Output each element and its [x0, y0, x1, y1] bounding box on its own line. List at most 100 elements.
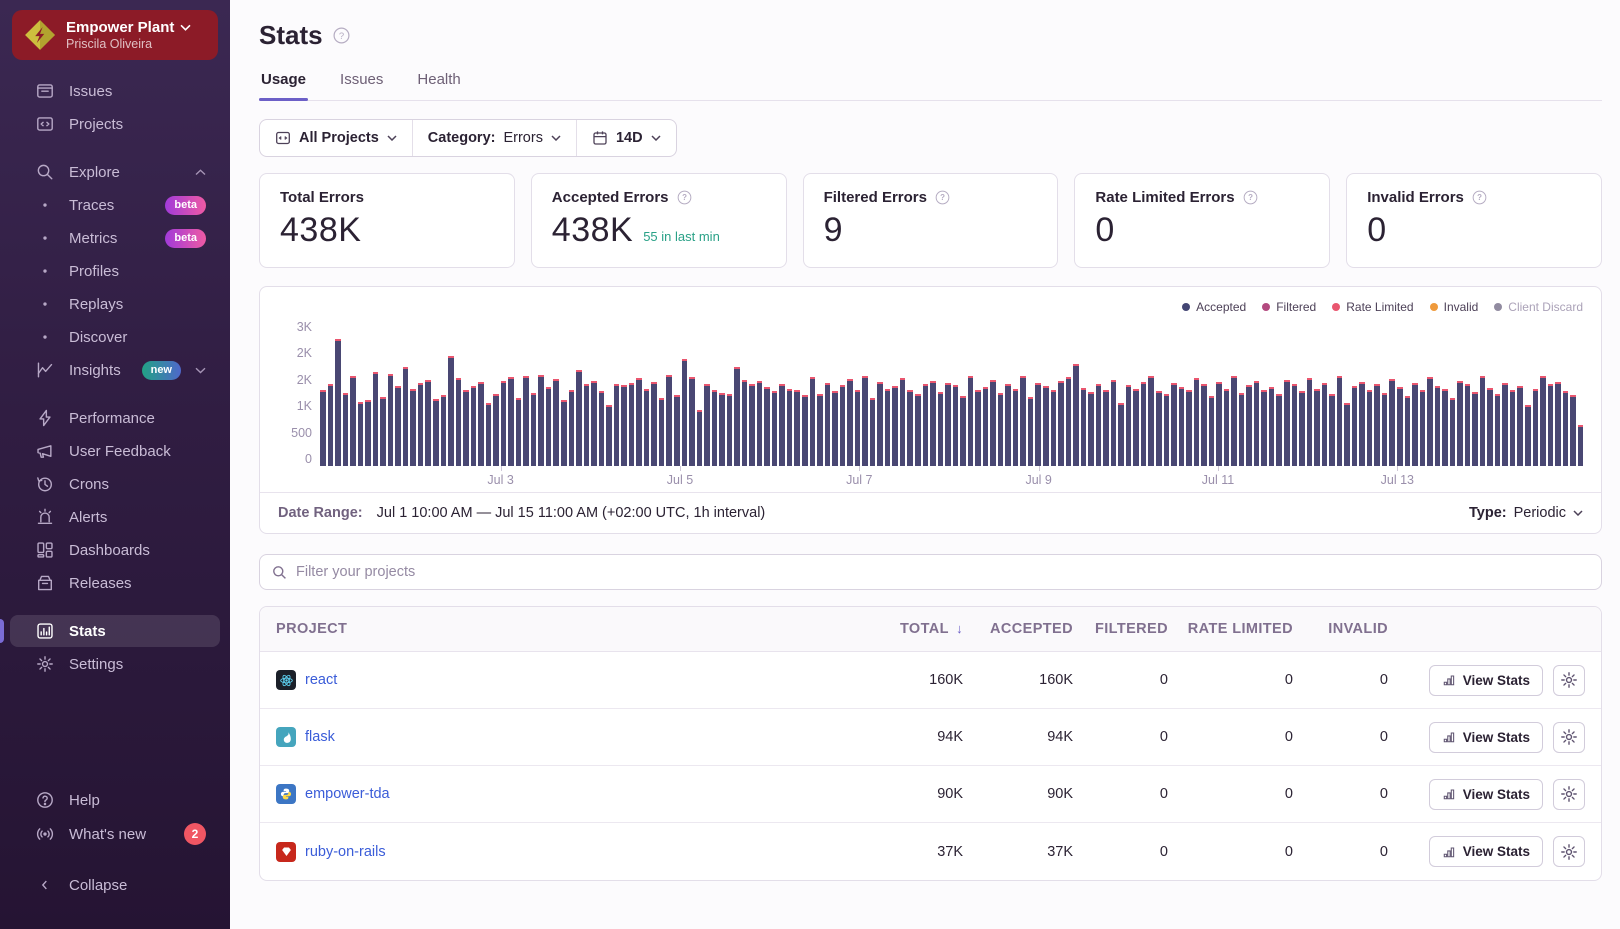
sort-desc-icon: ↓ — [956, 621, 963, 636]
insights-icon — [35, 360, 55, 380]
legend-rate-limited[interactable]: Rate Limited — [1332, 300, 1413, 314]
sidebar-footer: HelpWhat's new2 Collapse — [0, 783, 230, 929]
sidebar-item-crons[interactable]: Crons — [10, 468, 220, 500]
sidebar-item-explore[interactable]: Explore — [10, 156, 220, 188]
legend-filtered[interactable]: Filtered — [1262, 300, 1316, 314]
chart-bar — [486, 403, 492, 466]
tab-issues[interactable]: Issues — [338, 71, 385, 100]
sidebar-item-help[interactable]: Help — [10, 784, 220, 816]
column-header-rate-limited[interactable]: RATE LIMITED — [1176, 621, 1301, 637]
chart-bar — [388, 374, 394, 466]
tab-health[interactable]: Health — [415, 71, 462, 100]
sidebar-item-label: User Feedback — [69, 443, 206, 460]
chart-bar — [704, 384, 710, 466]
project-link[interactable]: empower-tda — [305, 786, 390, 802]
project-settings-button[interactable] — [1553, 836, 1585, 867]
chart-bar — [855, 390, 861, 466]
svg-text:?: ? — [1477, 193, 1482, 202]
project-search-input[interactable] — [296, 564, 1589, 580]
x-tick-mark — [1039, 466, 1040, 471]
org-switcher[interactable]: Empower Plant Priscila Oliveira — [12, 10, 218, 60]
project-settings-button[interactable] — [1553, 722, 1585, 753]
calendar-icon — [592, 130, 608, 146]
sidebar-item-issues[interactable]: Issues — [10, 75, 220, 107]
chart-bar — [651, 382, 657, 466]
type-dropdown[interactable]: Type: Periodic — [1469, 505, 1583, 521]
sidebar-item-discover[interactable]: Discover — [10, 321, 220, 353]
chart-bar — [757, 381, 763, 466]
project-link[interactable]: react — [305, 672, 337, 688]
accepted-value: 160K — [971, 672, 1081, 688]
sidebar-item-insights[interactable]: Insightsnew — [10, 354, 220, 386]
chart-bar — [779, 384, 785, 466]
column-header-project[interactable]: PROJECT — [260, 621, 866, 637]
sidebar-item-profiles[interactable]: Profiles — [10, 255, 220, 287]
chart-bar — [1412, 383, 1418, 466]
view-stats-button[interactable]: View Stats — [1429, 722, 1543, 753]
type-value: Periodic — [1514, 505, 1566, 521]
chart-bar — [697, 410, 703, 466]
project-link[interactable]: flask — [305, 729, 335, 745]
project-link[interactable]: ruby-on-rails — [305, 844, 386, 860]
view-stats-button[interactable]: View Stats — [1429, 836, 1543, 867]
sidebar-item-dashboards[interactable]: Dashboards — [10, 534, 220, 566]
card-help-icon[interactable]: ? — [1472, 190, 1487, 205]
column-header-total[interactable]: TOTAL ↓ — [866, 621, 971, 637]
sidebar-item-replays[interactable]: Replays — [10, 288, 220, 320]
legend-label: Client Discard — [1508, 300, 1583, 314]
sidebar-item-traces[interactable]: Tracesbeta — [10, 189, 220, 221]
card-help-icon[interactable]: ? — [935, 190, 950, 205]
x-tick-mark — [1218, 466, 1219, 471]
sidebar-item-label: Dashboards — [69, 542, 206, 559]
chart-bar — [546, 387, 552, 466]
sidebar-collapse-button[interactable]: Collapse — [10, 869, 220, 901]
x-tick-mark — [1397, 466, 1398, 471]
table-row-flask: flask94K94K000View Stats — [260, 709, 1601, 766]
project-settings-button[interactable] — [1553, 779, 1585, 810]
sidebar-item-settings[interactable]: Settings — [10, 648, 220, 680]
category-filter-dropdown[interactable]: Category: Errors — [412, 120, 576, 156]
chart-bar — [644, 389, 650, 466]
date-range-label: Date Range: — [278, 505, 363, 521]
sidebar-item-user-feedback[interactable]: User Feedback — [10, 435, 220, 467]
chart-bar — [1066, 377, 1072, 466]
chart-bar — [380, 397, 386, 466]
x-tick-mark — [859, 466, 860, 471]
project-filter-dropdown[interactable]: All Projects — [260, 120, 412, 156]
project-settings-button[interactable] — [1553, 665, 1585, 696]
legend-accepted[interactable]: Accepted — [1182, 300, 1246, 314]
card-title: Total Errors — [280, 189, 364, 206]
card-invalid-errors: Invalid Errors?0 — [1346, 173, 1602, 268]
chart-bar — [1186, 390, 1192, 466]
tab-usage[interactable]: Usage — [259, 71, 308, 100]
card-help-icon[interactable]: ? — [1243, 190, 1258, 205]
chevron-left-icon — [35, 875, 55, 895]
card-help-icon[interactable]: ? — [677, 190, 692, 205]
legend-invalid[interactable]: Invalid — [1430, 300, 1479, 314]
chart-bar — [328, 384, 334, 466]
sidebar-item-alerts[interactable]: Alerts — [10, 501, 220, 533]
sidebar-item-performance[interactable]: Performance — [10, 402, 220, 434]
chart-bar — [1126, 385, 1132, 466]
column-header-accepted[interactable]: ACCEPTED — [971, 621, 1081, 637]
card-title: Rate Limited Errors — [1095, 189, 1234, 206]
page-help-icon[interactable]: ? — [333, 27, 350, 44]
sidebar-item-releases[interactable]: Releases — [10, 567, 220, 599]
column-header-invalid[interactable]: INVALID — [1301, 621, 1396, 637]
insights-badge: new — [142, 361, 181, 380]
view-stats-button[interactable]: View Stats — [1429, 779, 1543, 810]
sidebar-item-metrics[interactable]: Metricsbeta — [10, 222, 220, 254]
chart-bar — [1284, 380, 1290, 466]
chart-bar — [1043, 386, 1049, 466]
date-range-summary: Date Range: Jul 1 10:00 AM — Jul 15 11:0… — [278, 505, 765, 521]
sidebar-item-stats[interactable]: Stats — [10, 615, 220, 647]
column-header-filtered[interactable]: FILTERED — [1081, 621, 1176, 637]
sidebar-item-whats-new[interactable]: What's new2 — [10, 817, 220, 851]
view-stats-button[interactable]: View Stats — [1429, 665, 1543, 696]
legend-client-discard[interactable]: Client Discard — [1494, 300, 1583, 314]
chart-bar — [930, 381, 936, 466]
date-range-dropdown[interactable]: 14D — [576, 120, 676, 156]
sidebar-item-projects[interactable]: Projects — [10, 108, 220, 140]
chart-bar — [448, 356, 454, 466]
chart-bar — [923, 384, 929, 466]
